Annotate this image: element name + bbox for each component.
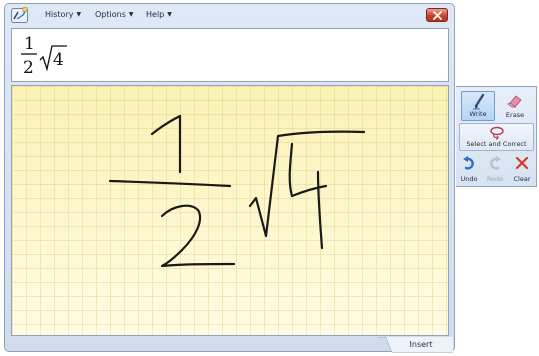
undo-button[interactable]: Undo bbox=[457, 154, 481, 185]
select-and-correct-button[interactable]: Select and Correct bbox=[459, 123, 534, 151]
math-preview: 1 2 4 bbox=[21, 34, 67, 78]
redo-button: Redo bbox=[483, 154, 507, 185]
close-icon bbox=[433, 11, 442, 20]
preview-area: 1 2 4 bbox=[11, 28, 449, 82]
handwriting-ink bbox=[108, 114, 366, 268]
preview-numerator: 1 bbox=[24, 34, 35, 54]
menu-history[interactable]: History ▼ bbox=[45, 10, 81, 19]
select-and-correct-label: Select and Correct bbox=[466, 140, 527, 148]
clear-x-icon bbox=[515, 156, 529, 170]
ink-denominator-two bbox=[160, 204, 236, 268]
erase-button[interactable]: Erase bbox=[497, 91, 533, 121]
menu-help[interactable]: Help ▼ bbox=[146, 10, 172, 19]
preview-radicand: 4 bbox=[53, 50, 64, 70]
ink-radicand-four bbox=[288, 142, 328, 250]
undo-icon bbox=[463, 156, 474, 170]
ink-fraction-bar bbox=[108, 179, 232, 188]
writing-area[interactable] bbox=[11, 85, 449, 336]
pen-icon bbox=[473, 94, 485, 110]
write-label: Write bbox=[469, 110, 487, 118]
close-button[interactable] bbox=[426, 8, 448, 22]
preview-denominator: 2 bbox=[23, 58, 34, 78]
erase-label: Erase bbox=[505, 111, 525, 119]
clear-label: Clear bbox=[513, 175, 531, 183]
undo-label: Undo bbox=[460, 175, 478, 183]
write-button[interactable]: Write bbox=[461, 91, 495, 121]
math-input-icon bbox=[11, 7, 29, 24]
clear-button[interactable]: Clear bbox=[509, 154, 535, 185]
ink-radical-sign bbox=[248, 130, 366, 238]
tool-panel: Write Erase Select and Correct Undo Redo bbox=[456, 86, 537, 187]
eraser-icon bbox=[507, 95, 522, 108]
menu-bar: History ▼ Options ▼ Help ▼ bbox=[5, 4, 454, 28]
menu-options[interactable]: Options ▼ bbox=[95, 10, 134, 19]
insert-label: Insert bbox=[409, 340, 433, 349]
ink-numerator-one bbox=[150, 114, 182, 174]
insert-button[interactable]: Insert bbox=[378, 337, 453, 353]
math-input-window: History ▼ Options ▼ Help ▼ 1 2 4 bbox=[4, 3, 455, 352]
lasso-icon bbox=[490, 126, 504, 140]
redo-icon bbox=[490, 156, 501, 170]
redo-label: Redo bbox=[486, 175, 504, 183]
